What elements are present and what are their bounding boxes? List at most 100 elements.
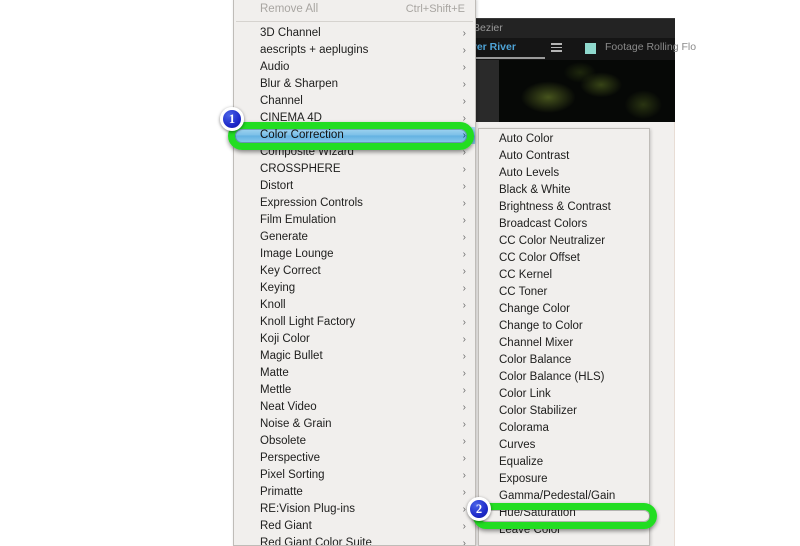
menu-item-knoll[interactable]: Knoll › [234,297,475,314]
menu-item-keying[interactable]: Keying › [234,280,475,297]
menu-item-expression-controls[interactable]: Expression Controls › [234,195,475,212]
menu-item-auto-contrast[interactable]: Auto Contrast [479,148,649,165]
menu-item-label: Auto Color [499,133,554,145]
menu-item-label: aescripts + aeplugins [260,44,369,56]
menu-item-label: Obsolete [260,435,307,447]
menu-item-label: Primatte [260,486,303,498]
menu-item-color-balance-hls[interactable]: Color Balance (HLS) [479,369,649,386]
menu-item-channel[interactable]: Channel › [234,93,475,110]
menu-item-obsolete[interactable]: Obsolete › [234,433,475,450]
chevron-right-icon: › [462,385,466,396]
chevron-right-icon: › [462,521,466,532]
effects-menu[interactable]: Remove All Ctrl+Shift+E 3D Channel › aescr… [233,0,476,546]
menu-item-label: Film Emulation [260,214,337,226]
menu-item-color-correction[interactable]: Color Correction › [234,127,475,144]
menu-item-label: Color Link [499,388,551,400]
menu-item-exposure[interactable]: Exposure [479,471,649,488]
chevron-right-icon: › [462,368,466,379]
menu-item-color-link[interactable]: Color Link [479,386,649,403]
menu-item-colorama[interactable]: Colorama [479,420,649,437]
menu-item-label: Change Color [499,303,570,315]
menu-item-hue-saturation[interactable]: Hue/Saturation [479,505,649,522]
menu-item-broadcast-colors[interactable]: Broadcast Colors [479,216,649,233]
ae-composition-tab[interactable]: ver River [471,41,516,53]
menu-item-re-vision-plug-ins[interactable]: RE:Vision Plug-ins › [234,501,475,518]
menu-item-label: Audio [260,61,290,73]
color-correction-submenu[interactable]: Auto Color Auto Contrast Auto Levels Black … [478,128,650,546]
menu-item-primatte[interactable]: Primatte › [234,484,475,501]
menu-item-label: Color Balance (HLS) [499,371,605,383]
menu-item-cc-toner[interactable]: CC Toner [479,284,649,301]
menu-item-black-white[interactable]: Black & White [479,182,649,199]
menu-item-channel-mixer[interactable]: Channel Mixer [479,335,649,352]
ae-panel-tabbar[interactable]: ver River Footage Rolling Flo [463,38,696,60]
menu-item-koji-color[interactable]: Koji Color › [234,331,475,348]
menu-item-change-to-color[interactable]: Change to Color [479,318,649,335]
menu-item-label: Leave Color [499,524,562,536]
menu-item-3d-channel[interactable]: 3D Channel › [234,25,475,42]
menu-item-cc-color-offset[interactable]: CC Color Offset [479,250,649,267]
menu-item-mettle[interactable]: Mettle › [234,382,475,399]
menu-item-crossphere[interactable]: CROSSPHERE › [234,161,475,178]
menu-item-red-giant-color-suite[interactable]: Red Giant Color Suite › [234,535,475,546]
menu-item-composite-wizard[interactable]: Composite Wizard › [234,144,475,161]
menu-item-label: Neat Video [260,401,317,413]
chevron-right-icon: › [462,351,466,362]
menu-item-cc-color-neutralizer[interactable]: CC Color Neutralizer [479,233,649,250]
menu-item-label: Gamma/Pedestal/Gain [499,490,616,502]
chevron-right-icon: › [462,232,466,243]
menu-item-label: Koji Color [260,333,310,345]
menu-item-aescripts-aeplugins[interactable]: aescripts + aeplugins › [234,42,475,59]
menu-item-auto-color[interactable]: Auto Color [479,131,649,148]
menu-item-color-balance[interactable]: Color Balance [479,352,649,369]
menu-item-leave-color[interactable]: Leave Color [479,522,649,539]
menu-item-key-correct[interactable]: Key Correct › [234,263,475,280]
menu-item-blur-sharpen[interactable]: Blur & Sharpen › [234,76,475,93]
chevron-right-icon: › [462,538,466,546]
step-badge-2: 2 [467,497,491,521]
menu-item-label: Color Balance [499,354,572,366]
menu-item-pixel-sorting[interactable]: Pixel Sorting › [234,467,475,484]
menu-item-change-color[interactable]: Change Color [479,301,649,318]
menu-item-red-giant[interactable]: Red Giant › [234,518,475,535]
chevron-right-icon: › [462,113,466,124]
menu-item-cinema-4d[interactable]: CINEMA 4D › [234,110,475,127]
menu-item-audio[interactable]: Audio › [234,59,475,76]
menu-item-label: Color Stabilizer [499,405,577,417]
menu-item-noise-grain[interactable]: Noise & Grain › [234,416,475,433]
menu-item-auto-levels[interactable]: Auto Levels [479,165,649,182]
ae-footage-viewer[interactable] [463,60,675,122]
menu-item-magic-bullet[interactable]: Magic Bullet › [234,348,475,365]
hamburger-menu-icon[interactable] [551,43,562,53]
menu-item-label: Colorama [499,422,549,434]
menu-item-neat-video[interactable]: Neat Video › [234,399,475,416]
menu-item-remove-all: Remove All Ctrl+Shift+E [234,1,475,18]
menu-item-knoll-light-factory[interactable]: Knoll Light Factory › [234,314,475,331]
menu-item-color-stabilizer[interactable]: Color Stabilizer [479,403,649,420]
menu-item-cc-kernel[interactable]: CC Kernel [479,267,649,284]
menu-item-label: Knoll Light Factory [260,316,356,328]
menu-item-label: Generate [260,231,308,243]
menu-item-matte[interactable]: Matte › [234,365,475,382]
chevron-right-icon: › [462,283,466,294]
chevron-right-icon: › [462,504,466,515]
menu-item-label: Hue/Saturation [499,507,576,519]
chevron-right-icon: › [462,62,466,73]
menu-item-gamma-pedestal-gain[interactable]: Gamma/Pedestal/Gain [479,488,649,505]
menu-item-film-emulation[interactable]: Film Emulation › [234,212,475,229]
menu-item-curves[interactable]: Curves [479,437,649,454]
menu-item-image-lounge[interactable]: Image Lounge › [234,246,475,263]
menu-item-label: Magic Bullet [260,350,323,362]
chevron-right-icon: › [462,249,466,260]
ae-viewer-image [499,60,675,122]
menu-item-equalize[interactable]: Equalize [479,454,649,471]
menu-item-distort[interactable]: Distort › [234,178,475,195]
menu-item-label: CINEMA 4D [260,112,322,124]
menu-item-brightness-contrast[interactable]: Brightness & Contrast [479,199,649,216]
menu-item-label: Blur & Sharpen [260,78,338,90]
menu-item-perspective[interactable]: Perspective › [234,450,475,467]
menu-item-label: Pixel Sorting [260,469,325,481]
chevron-right-icon: › [462,215,466,226]
color-swatch-icon[interactable] [585,43,596,54]
menu-item-generate[interactable]: Generate › [234,229,475,246]
